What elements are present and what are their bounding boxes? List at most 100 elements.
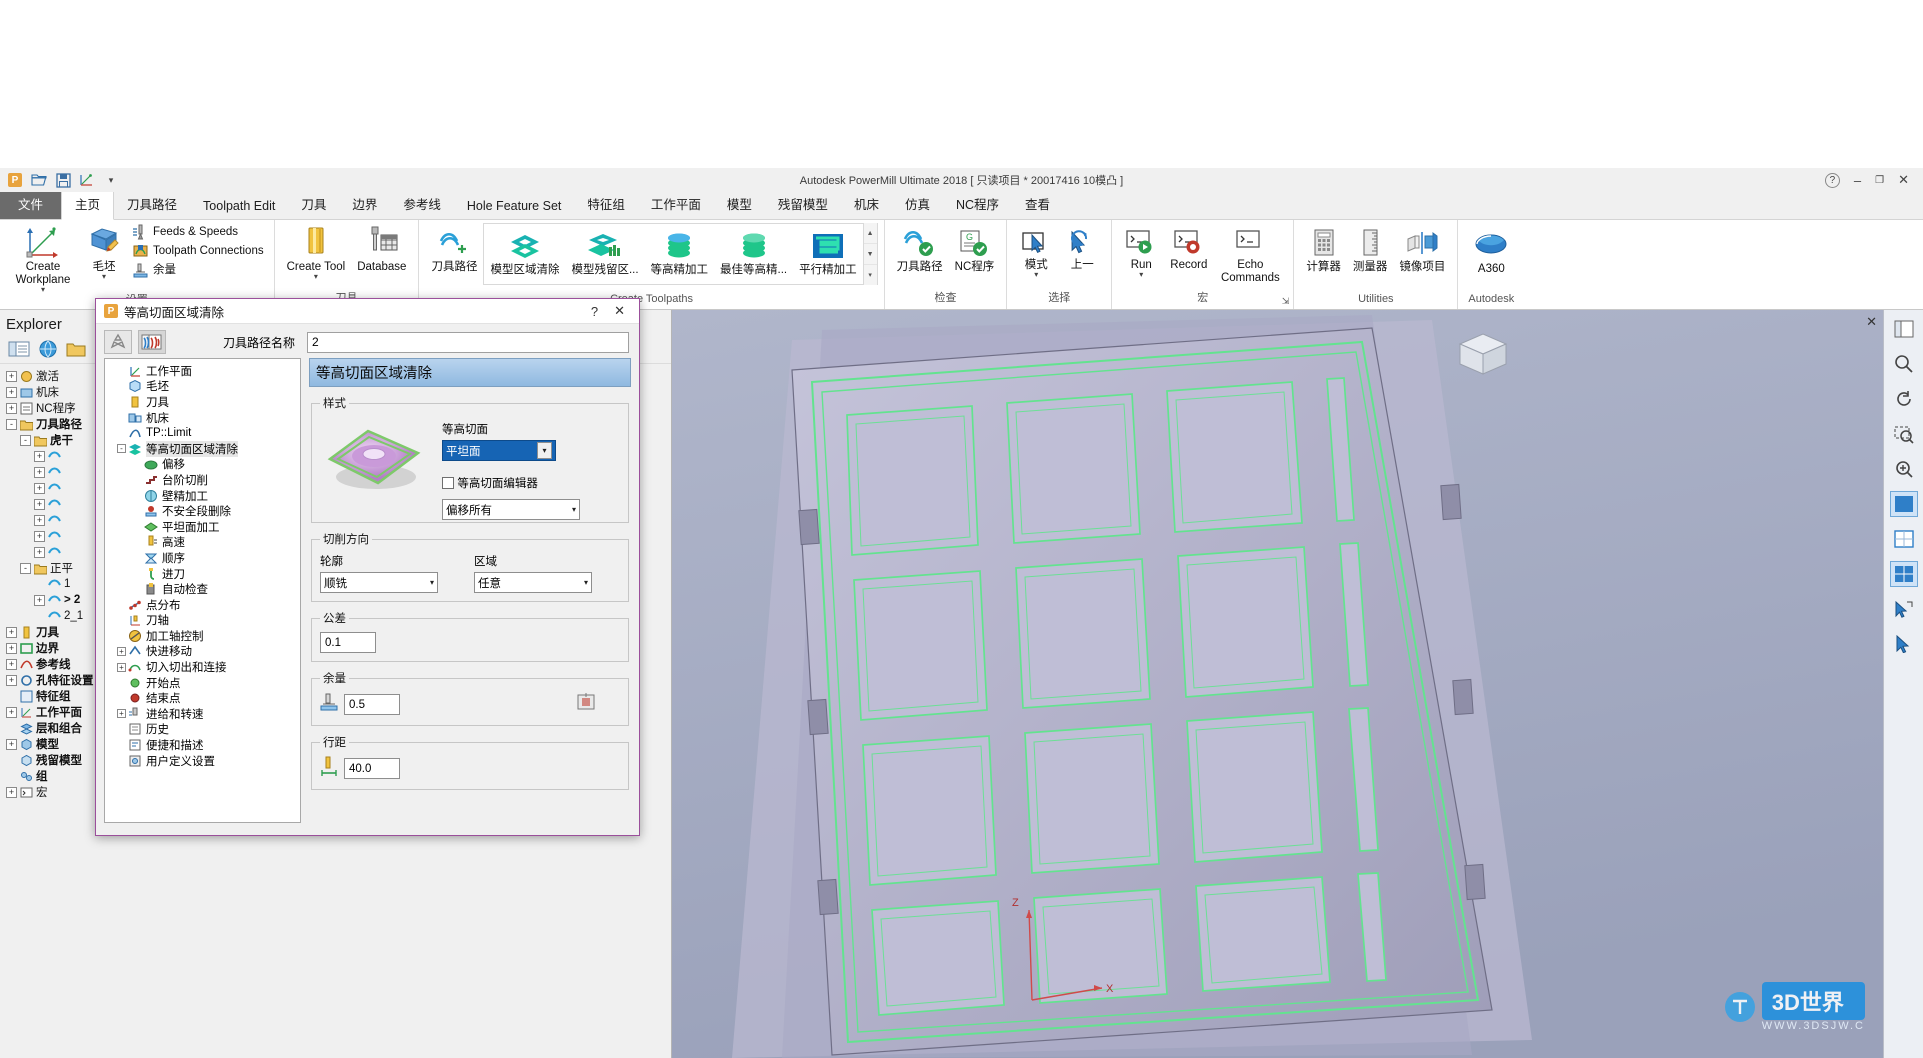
offset-select[interactable]: 偏移所有 ▾: [442, 499, 580, 520]
tab-feature-set[interactable]: 特征组: [574, 189, 638, 219]
macro-dialog-launcher[interactable]: ⇲: [1282, 296, 1290, 307]
wireframe-icon[interactable]: [1890, 526, 1918, 552]
dialog-tree-item[interactable]: 刀具: [107, 394, 298, 410]
dialog-tree-item[interactable]: 进刀: [107, 566, 298, 582]
dialog-page-tree[interactable]: 工作平面 毛坯 刀具 机床 TP::Limit - 等高切面区域清除 偏移 台阶切削 壁精加工 不安…: [104, 358, 301, 823]
dialog-tree-item[interactable]: 台阶切削: [107, 472, 298, 488]
help-icon[interactable]: ?: [1824, 172, 1840, 188]
dialog-tree-item[interactable]: 壁精加工: [107, 488, 298, 504]
gallery-scroll-down[interactable]: ▼: [863, 244, 877, 265]
open-folder-icon[interactable]: [30, 171, 48, 189]
ribbon-verify-toolpath-button[interactable]: 刀具路径: [891, 227, 949, 276]
tree-expander[interactable]: +: [6, 706, 17, 718]
profile-select[interactable]: 顺铣 ▾: [320, 572, 438, 593]
dialog-tree-item[interactable]: 平坦面加工: [107, 519, 298, 535]
rotate-icon[interactable]: [1890, 386, 1918, 412]
area-select[interactable]: 任意 ▾: [474, 572, 592, 593]
tree-expander[interactable]: +: [34, 482, 45, 494]
panel-icon[interactable]: [1890, 316, 1918, 342]
tab-view[interactable]: 查看: [1012, 189, 1063, 219]
toolpath-icon[interactable]: [78, 171, 96, 189]
window-buttons[interactable]: ? – ❐ ✕: [1824, 172, 1923, 188]
tab-machine[interactable]: 机床: [841, 189, 892, 219]
dialog-help-button[interactable]: ?: [591, 304, 598, 319]
tree-expander[interactable]: -: [20, 562, 31, 574]
tab-toolpath-edit[interactable]: Toolpath Edit: [190, 194, 288, 219]
recycle-icon-button[interactable]: [104, 330, 132, 354]
dialog-tree-item[interactable]: 便捷和描述: [107, 737, 298, 753]
chevron-down-icon[interactable]: ▾: [430, 578, 434, 587]
constant-z-select[interactable]: 平坦面 ▾: [442, 440, 556, 461]
ribbon-create-tool-button[interactable]: Create Tool ▾: [281, 223, 352, 282]
dialog-tree-item[interactable]: 不安全段删除: [107, 503, 298, 519]
zoom-fit-icon[interactable]: [1890, 456, 1918, 482]
ribbon-select-previous-button[interactable]: 上一: [1059, 227, 1105, 274]
gallery-scroll-up[interactable]: ▲: [863, 223, 877, 244]
tree-expander[interactable]: +: [34, 546, 45, 558]
ribbon-verify-ncprogram-button[interactable]: G NC程序: [949, 227, 1001, 276]
dialog-tree-item[interactable]: 开始点: [107, 675, 298, 691]
chevron-down-icon[interactable]: ▾: [584, 578, 588, 587]
ribbon-measure-button[interactable]: 测量器: [1347, 227, 1394, 276]
tree-expander[interactable]: -: [20, 434, 31, 446]
graphics-viewport[interactable]: X Z ✕ 3D世界 WWW.3DSJW.C: [672, 310, 1923, 1058]
tab-boundary[interactable]: 边界: [339, 189, 390, 219]
dialog-tree-item[interactable]: 刀轴: [107, 613, 298, 629]
tree-expander[interactable]: +: [34, 498, 45, 510]
tab-model[interactable]: 模型: [714, 189, 765, 219]
tree-expander[interactable]: +: [6, 674, 17, 686]
tree-expander[interactable]: +: [6, 786, 17, 798]
preview-icon-button[interactable]: [138, 330, 166, 354]
ribbon-tabs[interactable]: 文件 主页 刀具路径 Toolpath Edit 刀具 边界 参考线 Hole …: [0, 188, 1923, 220]
axial-thickness-icon[interactable]: [576, 692, 596, 717]
tree-expander[interactable]: +: [117, 709, 126, 719]
gallery-model-rest-area[interactable]: 模型残留区...: [565, 230, 644, 279]
tree-expander[interactable]: +: [117, 662, 126, 672]
tab-simulation[interactable]: 仿真: [892, 189, 943, 219]
ribbon-feeds-speeds-button[interactable]: Feeds & Speeds: [128, 223, 268, 242]
constant-z-area-clearance-dialog[interactable]: P 等高切面区域清除 ? ✕ 刀具路径名称 工作平面毛坯刀具机床TP::Limi…: [95, 298, 640, 836]
gallery-optimised-constant-z[interactable]: 最佳等高精...: [714, 230, 793, 279]
tolerance-input[interactable]: [320, 632, 376, 653]
ribbon-macro-run-button[interactable]: Run ▾: [1118, 227, 1164, 280]
toolpath-strategy-gallery[interactable]: 模型区域清除 模型残留区... 等高精加工 最佳等高精... 平行精加工 ▲ ▼…: [483, 223, 878, 285]
ribbon-a360-button[interactable]: A360: [1464, 229, 1518, 278]
tree-expander[interactable]: +: [6, 658, 17, 670]
tab-workplane[interactable]: 工作平面: [638, 189, 714, 219]
dialog-tree-item[interactable]: 结束点: [107, 690, 298, 706]
constant-z-editor-row[interactable]: 等高切面编辑器: [442, 475, 620, 491]
shade-icon[interactable]: [1889, 491, 1918, 517]
ribbon-mirror-project-button[interactable]: 镜像项目: [1393, 227, 1451, 276]
shaded-wire-icon[interactable]: [1889, 561, 1918, 587]
tree-expander[interactable]: +: [34, 466, 45, 478]
zoom-box-icon[interactable]: [1890, 421, 1918, 447]
explorer-globe-icon[interactable]: [38, 339, 58, 362]
tree-expander[interactable]: +: [6, 402, 17, 414]
chevron-down-icon[interactable]: ▾: [102, 273, 106, 281]
stepover-input[interactable]: [344, 758, 400, 779]
ribbon-create-workplane-button[interactable]: Create Workplane ▾: [6, 223, 80, 295]
tab-pattern[interactable]: 参考线: [390, 189, 454, 219]
tab-toolpath[interactable]: 刀具路径: [114, 189, 190, 219]
tree-expander[interactable]: -: [6, 418, 17, 430]
ribbon-toolpath-new-button[interactable]: 刀具路径: [425, 227, 483, 276]
tree-expander[interactable]: +: [34, 594, 45, 606]
ribbon-tool-database-button[interactable]: Database: [351, 223, 412, 276]
tree-expander[interactable]: +: [34, 514, 45, 526]
gallery-model-area-clearance[interactable]: 模型区域清除: [484, 230, 565, 279]
dialog-tree-item[interactable]: TP::Limit: [107, 425, 298, 441]
tree-expander[interactable]: -: [117, 444, 126, 454]
tree-expander[interactable]: +: [34, 530, 45, 542]
dialog-tree-item[interactable]: + 快进移动: [107, 644, 298, 660]
ribbon-thickness-button[interactable]: 余量: [128, 261, 268, 280]
toolpath-name-input[interactable]: [307, 331, 629, 353]
tree-expander[interactable]: +: [6, 626, 17, 638]
tab-hole-feature-set[interactable]: Hole Feature Set: [454, 194, 575, 219]
dialog-tree-item[interactable]: 工作平面: [107, 363, 298, 379]
dialog-tree-item[interactable]: 机床: [107, 410, 298, 426]
chevron-down-icon[interactable]: ▾: [314, 273, 318, 281]
tree-expander[interactable]: +: [117, 646, 126, 656]
tree-expander[interactable]: +: [6, 370, 17, 382]
tab-nc-program[interactable]: NC程序: [943, 189, 1012, 219]
chevron-down-icon[interactable]: ▾: [537, 442, 552, 459]
